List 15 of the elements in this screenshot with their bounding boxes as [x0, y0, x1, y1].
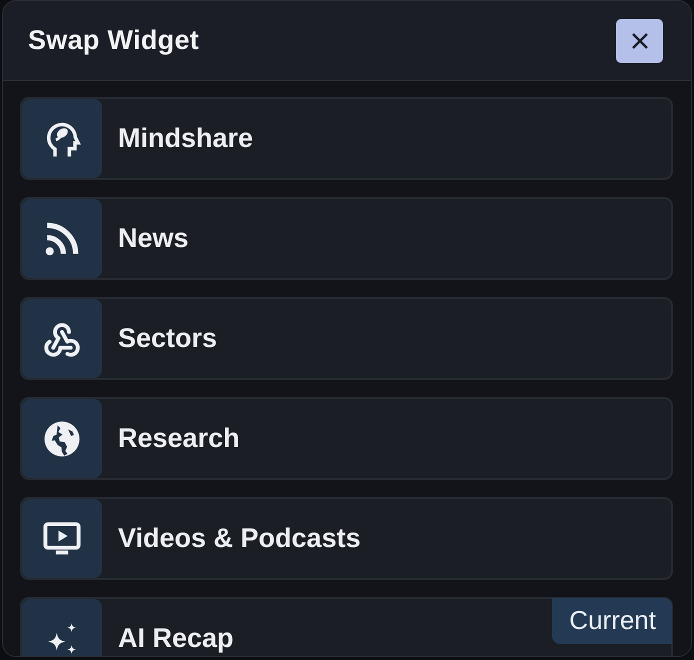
widget-option[interactable]: AI Recap Current	[20, 597, 673, 656]
widget-option[interactable]: Sectors	[20, 297, 673, 380]
widget-label: Mindshare	[118, 123, 254, 154]
widget-option[interactable]: Research	[20, 397, 673, 480]
widget-option[interactable]: Mindshare	[20, 97, 673, 180]
current-badge: Current	[552, 598, 672, 644]
widget-label: Sectors	[118, 323, 218, 354]
widget-label: AI Recap	[118, 623, 234, 654]
widget-label: News	[118, 223, 189, 254]
close-button[interactable]	[616, 18, 663, 62]
widget-label: Videos & Podcasts	[118, 523, 361, 554]
widget-option[interactable]: News	[20, 197, 673, 280]
dialog-title: Swap Widget	[28, 25, 200, 56]
widget-option[interactable]: Videos & Podcasts	[20, 497, 673, 580]
widget-label: Research	[118, 423, 240, 454]
